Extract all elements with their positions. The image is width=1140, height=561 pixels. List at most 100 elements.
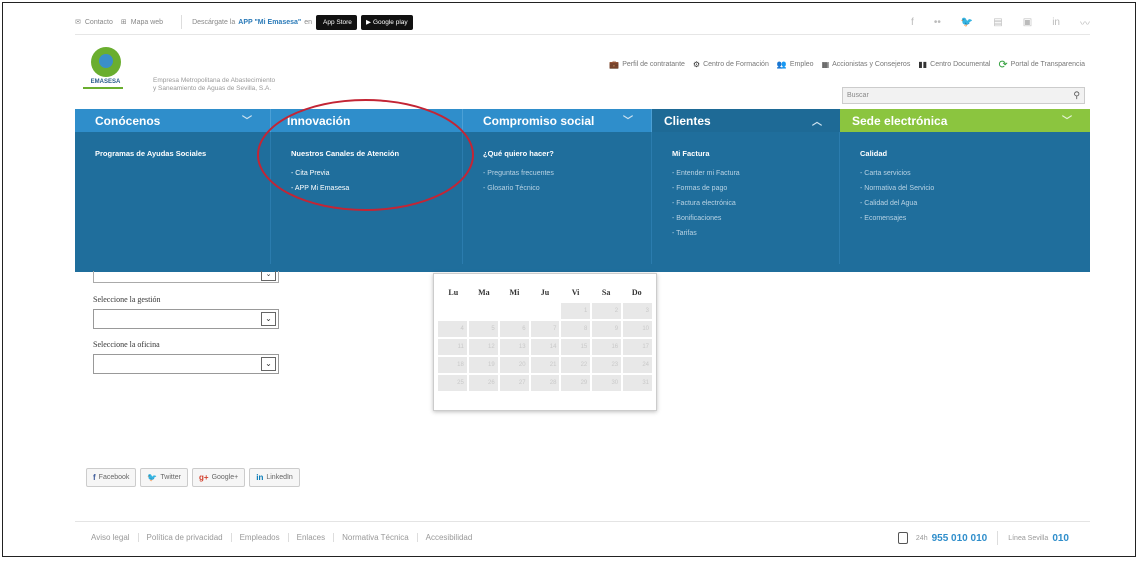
linea-number[interactable]: 010 <box>1052 533 1069 544</box>
menu-link-bonificaciones[interactable]: - Bonificaciones <box>672 211 839 226</box>
calendar-day[interactable]: 8 <box>561 321 591 337</box>
menu-link-calidad-agua[interactable]: - Calidad del Agua <box>860 196 1090 211</box>
menu-link-preguntas[interactable]: - Preguntas frecuentes <box>483 166 651 181</box>
mega-col-ayudas: Programas de Ayudas Sociales <box>75 132 271 264</box>
calendar-day[interactable]: 23 <box>592 357 622 373</box>
calendar-day[interactable]: 21 <box>530 357 560 373</box>
search-icon[interactable]: ⚲ <box>1073 90 1080 101</box>
calendar-day[interactable]: 7 <box>530 321 560 337</box>
calendar-day[interactable]: 29 <box>561 375 591 391</box>
nav-item-sede-electronica[interactable]: Sede electrónica ﹀ <box>840 109 1090 132</box>
footer-link-accesibilidad[interactable]: Accesibilidad <box>418 533 481 542</box>
sitemap-link[interactable]: ⊞ Mapa web <box>121 18 163 27</box>
footer-link-enlaces[interactable]: Enlaces <box>289 533 335 542</box>
header-link-transparencia[interactable]: ⟳ Portal de Transparencia <box>998 58 1085 71</box>
nav-item-conocenos[interactable]: Conócenos ﹀ <box>75 109 271 132</box>
facebook-icon: f <box>93 473 96 482</box>
browser-viewport: ✉ Contacto ⊞ Mapa web Descárgate la APP … <box>2 2 1136 557</box>
social-icons-top: f •• 🐦 ▤ ▣ in 〰 <box>911 11 1090 33</box>
header-link-perfil[interactable]: 💼 Perfil de contratante <box>609 60 685 69</box>
calendar-day[interactable]: 20 <box>499 357 529 373</box>
calendar-day[interactable]: 28 <box>530 375 560 391</box>
menu-link-normativa[interactable]: - Normativa del Servicio <box>860 181 1090 196</box>
footer-link-aviso-legal[interactable]: Aviso legal <box>91 533 139 542</box>
nav-label: Clientes <box>664 113 711 128</box>
calendar-day[interactable]: 4 <box>438 321 467 337</box>
header-link-label: Portal de Transparencia <box>1010 61 1085 68</box>
facebook-icon[interactable]: f <box>911 17 914 28</box>
menu-link-ecomensajes[interactable]: - Ecomensajes <box>860 211 1090 226</box>
calendar-day[interactable]: 14 <box>530 339 560 355</box>
linkedin-icon[interactable]: in <box>1052 17 1060 28</box>
chevron-down-icon: ﹀ <box>1062 116 1072 127</box>
footer-link-normativa[interactable]: Normativa Técnica <box>334 533 418 542</box>
menu-link-formas-pago[interactable]: - Formas de pago <box>672 181 839 196</box>
header-link-documental[interactable]: ▮▮ Centro Documental <box>918 60 990 69</box>
twitter-share-button[interactable]: 🐦 Twitter <box>140 468 189 487</box>
nav-item-clientes[interactable]: Clientes ︿ <box>652 109 840 132</box>
mega-col-title[interactable]: Programas de Ayudas Sociales <box>95 149 270 158</box>
chevron-down-icon: ﹀ <box>623 116 633 127</box>
linea-label: Línea Sevilla <box>1008 534 1049 542</box>
google-play-button[interactable]: ▶ Google play <box>360 14 413 30</box>
menu-link-entender-factura[interactable]: - Entender mi Factura <box>672 166 839 181</box>
calendar-day[interactable]: 26 <box>468 375 498 391</box>
emasesa-logo[interactable]: EMASESA <box>83 47 128 93</box>
calendar-day[interactable]: 1 <box>561 303 591 319</box>
twitter-icon[interactable]: 🐦 <box>961 17 973 28</box>
rss-icon[interactable]: 〰 <box>1080 15 1090 30</box>
calendar-day[interactable]: 5 <box>468 321 498 337</box>
mega-col-title[interactable]: Mi Factura <box>672 149 839 158</box>
calendar-day[interactable]: 19 <box>468 357 498 373</box>
nav-item-compromiso-social[interactable]: Compromiso social ﹀ <box>463 109 652 132</box>
calendar-day[interactable]: 11 <box>438 339 467 355</box>
mega-col-factura: Mi Factura - Entender mi Factura - Forma… <box>652 132 840 264</box>
briefcase-icon: 💼 <box>609 60 620 69</box>
phone-number[interactable]: 955 010 010 <box>932 533 988 544</box>
oficina-label: Seleccione la oficina <box>93 340 160 349</box>
google-play-label: Google play <box>372 18 408 26</box>
header-link-empleo[interactable]: 👥 Empleo <box>777 60 814 69</box>
calendar-day[interactable]: 25 <box>438 375 467 391</box>
header-link-accionistas[interactable]: ▦ Accionistas y Consejeros <box>822 60 911 69</box>
mega-col-title[interactable]: ¿Qué quiero hacer? <box>483 149 651 158</box>
calendar-day[interactable]: 9 <box>592 321 622 337</box>
linkedin-icon: in <box>256 473 264 482</box>
calendar-day[interactable]: 17 <box>623 339 652 355</box>
calendar-day[interactable]: 24 <box>623 357 652 373</box>
menu-link-glosario[interactable]: - Glosario Técnico <box>483 181 651 196</box>
search-input[interactable]: Buscar ⚲ <box>842 87 1085 104</box>
youtube-icon[interactable]: ▤ <box>993 17 1002 28</box>
header-link-formacion[interactable]: ⚙ Centro de Formación <box>693 60 769 69</box>
footer-link-privacidad[interactable]: Política de privacidad <box>139 533 232 542</box>
calendar-day[interactable]: 31 <box>623 375 652 391</box>
menu-link-factura-electronica[interactable]: - Factura electrónica <box>672 196 839 211</box>
calendar-day[interactable]: 22 <box>561 357 591 373</box>
googleplus-share-button[interactable]: g+ Google+ <box>192 468 246 487</box>
calendar-day[interactable]: 6 <box>499 321 529 337</box>
calendar-day[interactable]: 10 <box>623 321 652 337</box>
linkedin-share-button[interactable]: in LinkedIn <box>249 468 300 487</box>
calendar-day[interactable]: 27 <box>499 375 529 391</box>
app-store-button[interactable]: App Store <box>316 14 357 30</box>
video-icon[interactable]: ▣ <box>1023 17 1032 28</box>
menu-link-carta-servicios[interactable]: - Carta servicios <box>860 166 1090 181</box>
calendar-day[interactable]: 18 <box>438 357 467 373</box>
gestion-select[interactable]: ⌄ <box>93 309 279 329</box>
contact-link[interactable]: ✉ Contacto <box>75 18 113 27</box>
calendar-day[interactable]: 12 <box>468 339 498 355</box>
partial-select[interactable]: ⌄ <box>93 271 279 283</box>
calendar-day[interactable]: 30 <box>592 375 622 391</box>
footer-link-empleados[interactable]: Empleados <box>232 533 289 542</box>
oficina-select[interactable]: ⌄ <box>93 354 279 374</box>
facebook-share-button[interactable]: f Facebook <box>86 468 137 487</box>
calendar-day[interactable]: 2 <box>592 303 622 319</box>
menu-link-tarifas[interactable]: - Tarifas <box>672 226 839 241</box>
calendar-day[interactable]: 16 <box>592 339 622 355</box>
mega-col-title[interactable]: Calidad <box>860 149 1090 158</box>
calendar-day[interactable]: 13 <box>499 339 529 355</box>
flickr-icon[interactable]: •• <box>934 17 941 28</box>
calendar-day <box>500 303 529 319</box>
calendar-day[interactable]: 15 <box>561 339 591 355</box>
calendar-day[interactable]: 3 <box>623 303 652 319</box>
